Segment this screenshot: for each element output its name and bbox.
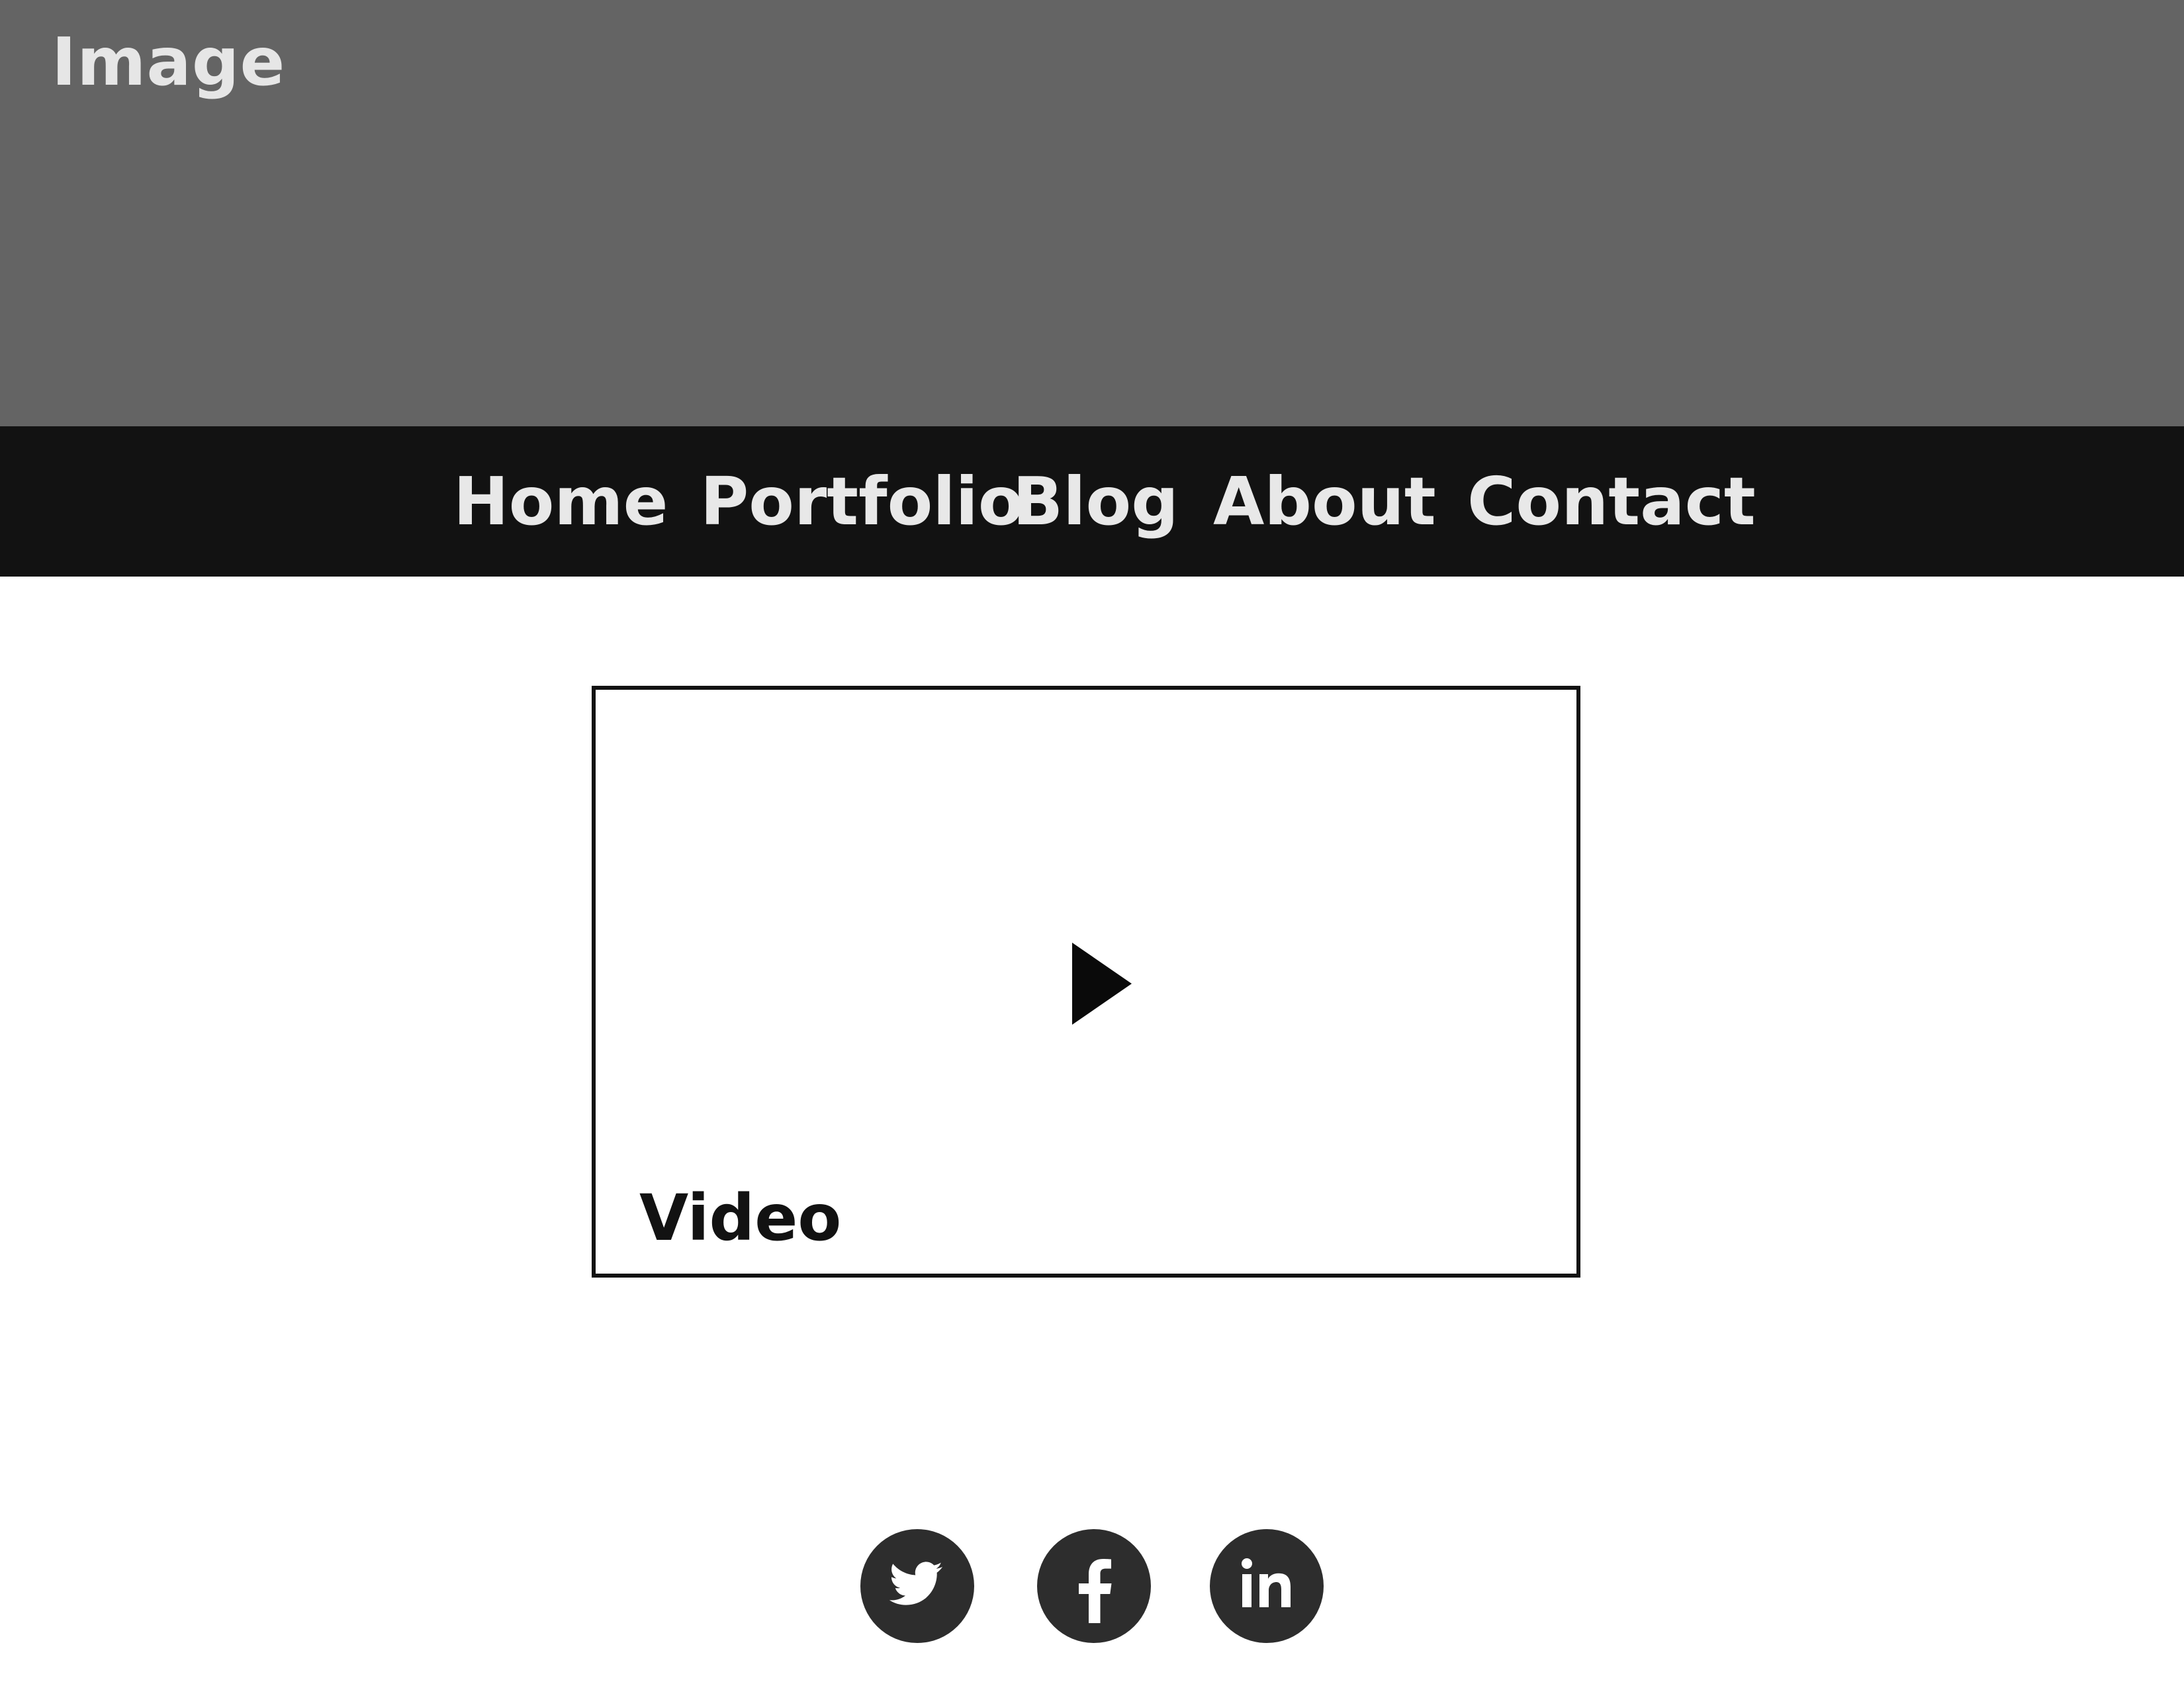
facebook-link[interactable] <box>1037 1529 1151 1643</box>
facebook-icon <box>1079 1559 1112 1623</box>
video-player[interactable]: Video <box>592 686 1580 1278</box>
main-navigation: Home Portfolio Blog About Contact <box>0 426 2184 577</box>
nav-item-home[interactable]: Home <box>453 469 668 535</box>
linkedin-icon <box>1242 1558 1291 1607</box>
nav-item-about[interactable]: About <box>1213 469 1436 535</box>
linkedin-link[interactable] <box>1210 1529 1324 1643</box>
nav-item-blog[interactable]: Blog <box>1013 469 1179 535</box>
twitter-link[interactable] <box>860 1529 974 1643</box>
page: Image Home Portfolio Blog About Contact … <box>0 0 2184 1688</box>
nav-item-contact[interactable]: Contact <box>1467 469 1756 535</box>
nav-item-portfolio[interactable]: Portfolio <box>700 469 1024 535</box>
play-icon[interactable] <box>1072 943 1132 1025</box>
video-label: Video <box>639 1181 842 1255</box>
twitter-icon <box>889 1562 942 1605</box>
hero-image-label: Image <box>52 23 286 101</box>
hero-image-placeholder: Image <box>0 0 2184 426</box>
